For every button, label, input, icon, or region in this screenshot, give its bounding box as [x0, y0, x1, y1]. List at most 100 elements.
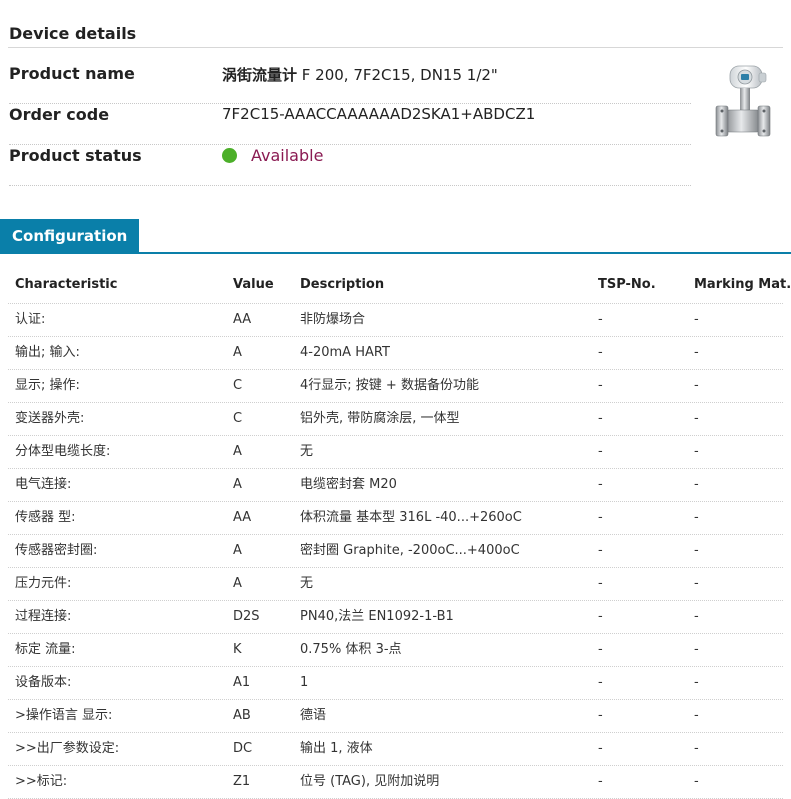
- cell-value: A: [233, 444, 242, 459]
- header-value: Value: [233, 277, 274, 292]
- table-row: >>标记: Z1 位号 (TAG), 见附加说明 - -: [8, 766, 783, 799]
- cell-tsp-no: -: [598, 741, 603, 756]
- cell-value: A: [233, 477, 242, 492]
- product-status-value: Available: [222, 146, 323, 165]
- cell-characteristic: 变送器外壳:: [15, 411, 85, 426]
- flowmeter-product-image: [715, 65, 771, 137]
- cell-description: 4行显示; 按键 + 数据备份功能: [300, 378, 479, 393]
- cell-characteristic: >>出厂参数设定:: [15, 741, 120, 756]
- table-row: 认证: AA 非防爆场合 - -: [8, 304, 783, 337]
- table-row: 传感器密封圈: A 密封圈 Graphite, -200oC...+400oC - -: [8, 535, 783, 568]
- cell-characteristic: 过程连接:: [15, 609, 72, 624]
- product-name-label: Product name: [9, 64, 135, 83]
- cell-tsp-no: -: [598, 510, 603, 525]
- cell-value: DC: [233, 741, 253, 756]
- cell-tsp-no: -: [598, 477, 603, 492]
- status-text: Available: [251, 146, 324, 165]
- cell-value: D2S: [233, 609, 260, 624]
- cell-description: 密封圈 Graphite, -200oC...+400oC: [300, 543, 520, 558]
- cell-value: AA: [233, 312, 252, 327]
- cell-description: 无: [300, 576, 314, 591]
- cell-marking-mat: -: [694, 675, 699, 690]
- cell-characteristic: 显示; 操作:: [15, 378, 80, 393]
- table-row: 分体型电缆长度: A 无 - -: [8, 436, 783, 469]
- cell-description: 铝外壳, 带防腐涂层, 一体型: [300, 411, 460, 426]
- cell-description: 输出 1, 液体: [300, 741, 373, 756]
- cell-description: 1: [300, 675, 309, 690]
- cell-description: 电缆密封套 M20: [300, 477, 397, 492]
- cell-tsp-no: -: [598, 411, 603, 426]
- cell-characteristic: 输出; 输入:: [15, 345, 80, 360]
- tab-underline: [0, 252, 791, 254]
- cell-value: A: [233, 543, 242, 558]
- cell-value: AA: [233, 510, 252, 525]
- table-row: 标定 流量: K 0.75% 体积 3-点 - -: [8, 634, 783, 667]
- cell-marking-mat: -: [694, 741, 699, 756]
- row-divider: [9, 102, 691, 104]
- cell-tsp-no: -: [598, 312, 603, 327]
- product-name-row: Product name 涡街流量计 F 200, 7F2C15, DN15 1…: [9, 64, 691, 104]
- table-row: >>出厂参数设定: DC 输出 1, 液体 - -: [8, 733, 783, 766]
- table-row: 电气连接: A 电缆密封套 M20 - -: [8, 469, 783, 502]
- cell-tsp-no: -: [598, 675, 603, 690]
- cell-marking-mat: -: [694, 378, 699, 393]
- cell-tsp-no: -: [598, 378, 603, 393]
- header-marking-mat: Marking Mat.: [694, 277, 791, 292]
- row-divider: [9, 143, 691, 145]
- cell-value: AB: [233, 708, 251, 723]
- cell-description: 体积流量 基本型 316L -40...+260oC: [300, 510, 522, 525]
- cell-characteristic: 标定 流量:: [15, 642, 76, 657]
- product-name-rest: F 200, 7F2C15, DN15 1/2": [297, 66, 498, 84]
- product-status-label: Product status: [9, 146, 142, 165]
- cell-tsp-no: -: [598, 543, 603, 558]
- table-row: >操作语言 显示: AB 德语 - -: [8, 700, 783, 733]
- cell-characteristic: 传感器密封圈:: [15, 543, 98, 558]
- table-header: Characteristic Value Description TSP-No.…: [8, 266, 791, 304]
- header-characteristic: Characteristic: [15, 277, 118, 292]
- table-row: 设备版本: A1 1 - -: [8, 667, 783, 700]
- product-name-cn: 涡街流量计: [222, 66, 298, 84]
- cell-value: K: [233, 642, 242, 657]
- cell-marking-mat: -: [694, 774, 699, 789]
- cell-marking-mat: -: [694, 543, 699, 558]
- header-description: Description: [300, 277, 385, 292]
- table-row: 输出; 输入: A 4-20mA HART - -: [8, 337, 783, 370]
- row-divider: [9, 184, 691, 186]
- cell-value: Z1: [233, 774, 251, 789]
- cell-tsp-no: -: [598, 345, 603, 360]
- cell-characteristic: 传感器 型:: [15, 510, 76, 525]
- cell-tsp-no: -: [598, 609, 603, 624]
- table-row: 显示; 操作: C 4行显示; 按键 + 数据备份功能 - -: [8, 370, 783, 403]
- cell-value: C: [233, 411, 243, 426]
- cell-description: PN40,法兰 EN1092-1-B1: [300, 609, 454, 624]
- header-tsp-no: TSP-No.: [598, 277, 656, 292]
- cell-characteristic: 压力元件:: [15, 576, 72, 591]
- cell-value: A: [233, 576, 242, 591]
- cell-marking-mat: -: [694, 312, 699, 327]
- cell-tsp-no: -: [598, 774, 603, 789]
- cell-description: 德语: [300, 708, 327, 723]
- cell-tsp-no: -: [598, 576, 603, 591]
- cell-marking-mat: -: [694, 576, 699, 591]
- cell-marking-mat: -: [694, 642, 699, 657]
- cell-description: 位号 (TAG), 见附加说明: [300, 774, 440, 789]
- table-row: 压力元件: A 无 - -: [8, 568, 783, 601]
- product-name-value: 涡街流量计 F 200, 7F2C15, DN15 1/2": [222, 64, 498, 85]
- cell-marking-mat: -: [694, 477, 699, 492]
- cell-value: A: [233, 345, 242, 360]
- table-row: 传感器 型: AA 体积流量 基本型 316L -40...+260oC - -: [8, 502, 783, 535]
- cell-marking-mat: -: [694, 510, 699, 525]
- cell-tsp-no: -: [598, 444, 603, 459]
- order-code-label: Order code: [9, 105, 110, 124]
- status-available-icon: [222, 148, 237, 163]
- tab-configuration[interactable]: Configuration: [0, 219, 140, 253]
- cell-value: A1: [233, 675, 251, 690]
- cell-characteristic: 分体型电缆长度:: [15, 444, 111, 459]
- order-code-value: 7F2C15-AAACCAAAAAAD2SKA1+ABDCZ1: [222, 105, 536, 123]
- cell-characteristic: 设备版本:: [15, 675, 72, 690]
- cell-marking-mat: -: [694, 609, 699, 624]
- cell-description: 无: [300, 444, 314, 459]
- cell-description: 4-20mA HART: [300, 345, 390, 360]
- cell-marking-mat: -: [694, 708, 699, 723]
- device-details-title: Device details: [9, 24, 137, 43]
